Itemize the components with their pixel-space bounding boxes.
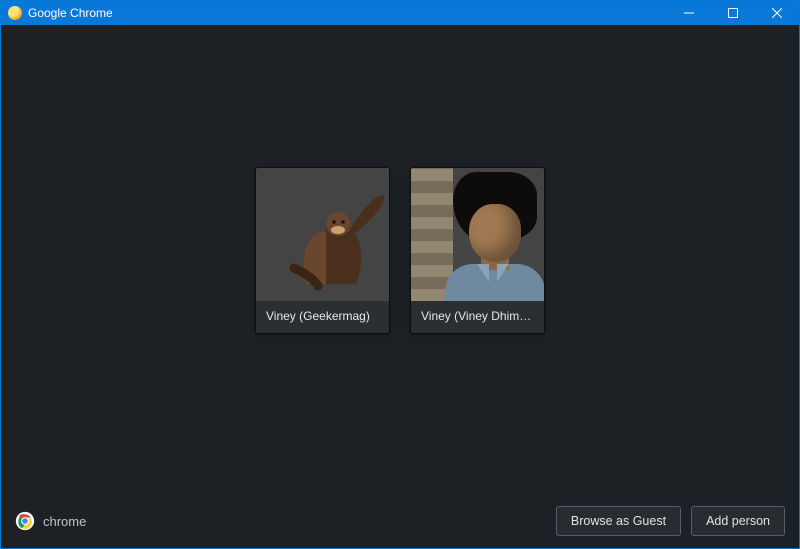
window-minimize-button[interactable]	[667, 1, 711, 25]
chrome-profile-picker-window: Google Chrome	[0, 0, 800, 549]
profile-avatar-2	[411, 168, 544, 301]
button-label: Browse as Guest	[571, 514, 666, 528]
window-maximize-button[interactable]	[711, 1, 755, 25]
window-close-button[interactable]	[755, 1, 799, 25]
profile-card-1[interactable]: Viney (Geekermag)	[256, 168, 389, 333]
window-titlebar: Google Chrome	[1, 1, 799, 25]
chrome-logo-icon	[15, 511, 35, 531]
chrome-brand: chrome	[15, 511, 86, 531]
button-label: Add person	[706, 514, 770, 528]
browse-as-guest-button[interactable]: Browse as Guest	[556, 506, 681, 536]
maximize-icon	[728, 8, 738, 18]
add-person-button[interactable]: Add person	[691, 506, 785, 536]
profile-avatar-1	[256, 168, 389, 301]
monkey-avatar-illustration	[256, 168, 389, 301]
profile-card-2[interactable]: Viney (Viney Dhim…	[411, 168, 544, 333]
profile-label: Viney (Geekermag)	[256, 301, 389, 333]
content-area: Viney (Geekermag) Viney (Viney Dhim…	[1, 25, 799, 548]
brand-label: chrome	[43, 514, 86, 529]
app-icon	[8, 6, 22, 20]
profiles-row: Viney (Geekermag) Viney (Viney Dhim…	[256, 168, 544, 333]
close-icon	[772, 8, 782, 18]
profile-label: Viney (Viney Dhim…	[411, 301, 544, 333]
footer-bar: chrome Browse as Guest Add person	[1, 494, 799, 548]
window-title: Google Chrome	[28, 6, 113, 20]
minimize-icon	[684, 8, 694, 18]
